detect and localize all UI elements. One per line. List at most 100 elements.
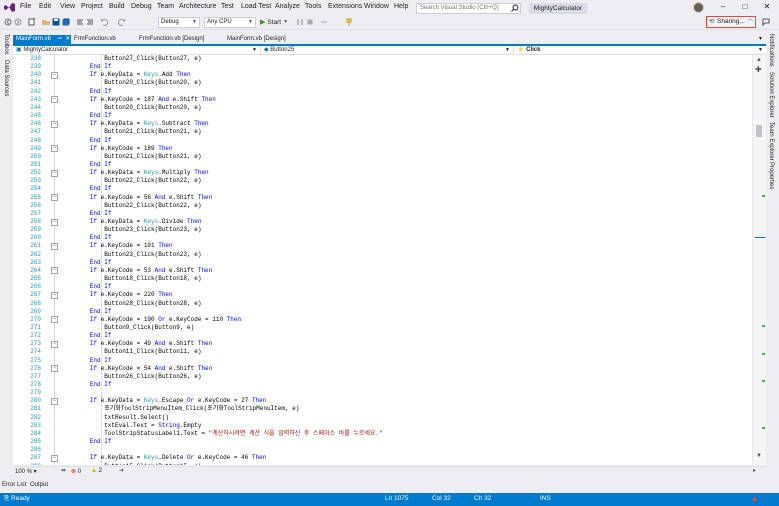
team-explorer-tab[interactable]: Team Explorer bbox=[768, 122, 774, 161]
collapse-icon[interactable]: − bbox=[51, 291, 58, 299]
menu-debug[interactable]: Debug bbox=[131, 3, 152, 10]
code-line[interactable]: Button15_Click(Button15, e) bbox=[61, 463, 201, 466]
pin-icon[interactable]: ⊸ bbox=[57, 36, 62, 42]
vertical-scrollbar[interactable]: ▲ ✚ ▼ bbox=[752, 55, 766, 465]
menu-team[interactable]: Team bbox=[157, 3, 174, 10]
comment-out-icon[interactable] bbox=[76, 18, 84, 26]
tab-error-list[interactable]: Error List bbox=[2, 482, 26, 488]
scroll-right-icon[interactable]: ▸ bbox=[753, 467, 756, 474]
code-line[interactable]: Button21_Click(Button21, e) bbox=[61, 128, 201, 136]
collapse-icon[interactable]: − bbox=[51, 242, 58, 250]
code-line[interactable]: Button21_Click(Button21, e) bbox=[61, 153, 201, 161]
project-dropdown[interactable]: ▣ MightyCalculator ▼ bbox=[13, 46, 261, 55]
code-line[interactable]: If e.KeyData = Keys.Subtract Then bbox=[61, 120, 209, 128]
code-line[interactable]: 초기화ToolStripMenuItem_Click(초기화ToolStripM… bbox=[61, 405, 299, 413]
menu-tools[interactable]: Tools bbox=[305, 3, 321, 10]
menu-extensions[interactable]: Extensions bbox=[328, 3, 362, 10]
menu-window[interactable]: Window bbox=[364, 3, 389, 10]
code-line[interactable]: If e.KeyCode = 49 And e.Shift Then bbox=[61, 340, 212, 348]
pause-icon[interactable] bbox=[296, 18, 304, 26]
code-line[interactable]: End If bbox=[61, 112, 112, 120]
tab-output[interactable]: Output bbox=[30, 482, 48, 488]
save-icon[interactable] bbox=[52, 18, 60, 26]
code-line[interactable]: End If bbox=[61, 283, 112, 291]
uncomment-icon[interactable] bbox=[86, 18, 94, 26]
code-line[interactable]: End If bbox=[61, 137, 112, 145]
toolbox-tab[interactable]: Toolbox bbox=[3, 34, 9, 55]
code-line[interactable]: End If bbox=[61, 161, 112, 169]
menu-file[interactable]: File bbox=[20, 3, 31, 10]
collapse-icon[interactable]: − bbox=[51, 120, 58, 128]
code-line[interactable]: End If bbox=[61, 185, 112, 193]
code-line[interactable]: If e.KeyCode = 187 And e.Shift Then bbox=[61, 96, 216, 104]
code-line[interactable]: End If bbox=[61, 259, 112, 267]
menu-analyze[interactable]: Analyze bbox=[275, 3, 300, 10]
open-folder-icon[interactable] bbox=[42, 18, 50, 26]
code-line[interactable]: End If bbox=[61, 210, 112, 218]
collapse-icon[interactable]: − bbox=[51, 397, 58, 405]
code-editor[interactable]: 238 239 240 241 242 243 244 245 246 247 248 249 250 2… bbox=[13, 55, 766, 465]
object-dropdown[interactable]: ◆ Button25 ▼ bbox=[261, 46, 514, 55]
code-line[interactable]: If e.KeyData = Keys.Multiply Then bbox=[61, 169, 209, 177]
warning-count[interactable]: ▲ 2 bbox=[91, 468, 102, 474]
code-line[interactable]: If e.KeyCode = 53 And e.Shift Then bbox=[61, 267, 212, 275]
forward-icon[interactable] bbox=[14, 18, 22, 26]
collapse-icon[interactable]: − bbox=[51, 267, 58, 275]
code-area[interactable]: Button27_Click(Button27, e) End If If e.… bbox=[61, 55, 751, 465]
collapse-icon[interactable]: − bbox=[51, 454, 58, 462]
scroll-thumb[interactable] bbox=[756, 125, 762, 137]
new-project-icon[interactable] bbox=[28, 18, 36, 26]
code-line[interactable]: Button20_Click(Button20, e) bbox=[61, 104, 201, 112]
undo-icon[interactable] bbox=[100, 18, 108, 26]
code-line[interactable]: Button22_Click(Button22, e) bbox=[61, 202, 201, 210]
tab-mainform-vb[interactable]: MainForm.vb ⊸ ✕ bbox=[13, 35, 71, 44]
properties-tab[interactable]: Properties bbox=[768, 162, 774, 189]
code-line[interactable]: If e.KeyCode = 56 And e.Shift Then bbox=[61, 194, 212, 202]
code-line[interactable]: End If bbox=[61, 357, 112, 365]
collapse-icon[interactable]: − bbox=[51, 218, 58, 226]
code-line[interactable]: End If bbox=[61, 332, 112, 340]
code-line[interactable]: If e.KeyCode = 54 And e.Shift Then bbox=[61, 365, 212, 373]
code-line[interactable]: Button28_Click(Button28, e) bbox=[61, 300, 201, 308]
code-line[interactable]: txtResult.Select() bbox=[61, 414, 169, 422]
stop-icon[interactable] bbox=[306, 18, 314, 26]
split-icon[interactable]: ✚ bbox=[755, 65, 762, 74]
code-line[interactable]: End If bbox=[61, 438, 112, 446]
user-avatar[interactable] bbox=[693, 2, 704, 13]
scroll-down-icon[interactable]: ▼ bbox=[756, 453, 762, 459]
collapse-icon[interactable]: − bbox=[51, 365, 58, 373]
feedback-icon[interactable] bbox=[762, 18, 770, 26]
collapse-icon[interactable]: − bbox=[51, 316, 58, 324]
code-line[interactable]: If e.KeyCode = 220 Then bbox=[61, 291, 173, 299]
start-button[interactable]: ▶ Start ▼ bbox=[260, 17, 288, 28]
error-count[interactable]: ⊗ 0 bbox=[71, 468, 81, 475]
code-line[interactable]: If e.KeyData = Keys.Divide Then bbox=[61, 218, 202, 226]
menu-architecture[interactable]: Architecture bbox=[179, 3, 216, 10]
code-line[interactable]: End If bbox=[61, 63, 112, 71]
tab-overflow-icon[interactable]: ▾ bbox=[759, 35, 762, 42]
code-line[interactable]: ToolStripStatusLabel1.Text = "계산하시려면 계산 … bbox=[61, 430, 382, 438]
code-line[interactable]: Button20_Click(Button20, e) bbox=[61, 79, 201, 87]
tab-frmfunction-vb[interactable]: FrmFunction.vb bbox=[71, 35, 119, 44]
notification-bell-icon[interactable]: ◆ bbox=[752, 495, 757, 503]
tab-mainform-design[interactable]: MainForm.vb [Design] bbox=[224, 35, 289, 44]
code-line[interactable]: If e.KeyCode = 189 Then bbox=[61, 145, 173, 153]
code-line[interactable]: Button9_Click(Button9, e) bbox=[61, 324, 194, 332]
close-icon[interactable]: ✕ bbox=[760, 2, 774, 12]
code-line[interactable]: Button22_Click(Button22, e) bbox=[61, 177, 201, 185]
collapse-icon[interactable]: − bbox=[51, 71, 58, 79]
collapse-icon[interactable]: − bbox=[51, 96, 58, 104]
tab-frmfunction-design[interactable]: FrmFunction.vb [Design] bbox=[136, 35, 207, 44]
zoom-dropdown[interactable]: 100 % ▾ bbox=[15, 468, 37, 475]
event-dropdown[interactable]: ⚡ Click ▼ bbox=[514, 46, 766, 55]
code-line[interactable]: End If bbox=[61, 234, 112, 242]
pin-icon[interactable] bbox=[345, 18, 353, 26]
collapse-icon[interactable]: − bbox=[51, 340, 58, 348]
code-line[interactable]: Button27_Click(Button27, e) bbox=[61, 55, 201, 63]
search-icon[interactable] bbox=[511, 4, 519, 12]
solution-explorer-tab[interactable]: Solution Explorer bbox=[768, 72, 774, 118]
code-line[interactable]: End If bbox=[61, 88, 112, 96]
back-icon[interactable] bbox=[4, 18, 12, 26]
close-tab-icon[interactable]: ✕ bbox=[65, 36, 70, 42]
menu-view[interactable]: View bbox=[60, 3, 75, 10]
